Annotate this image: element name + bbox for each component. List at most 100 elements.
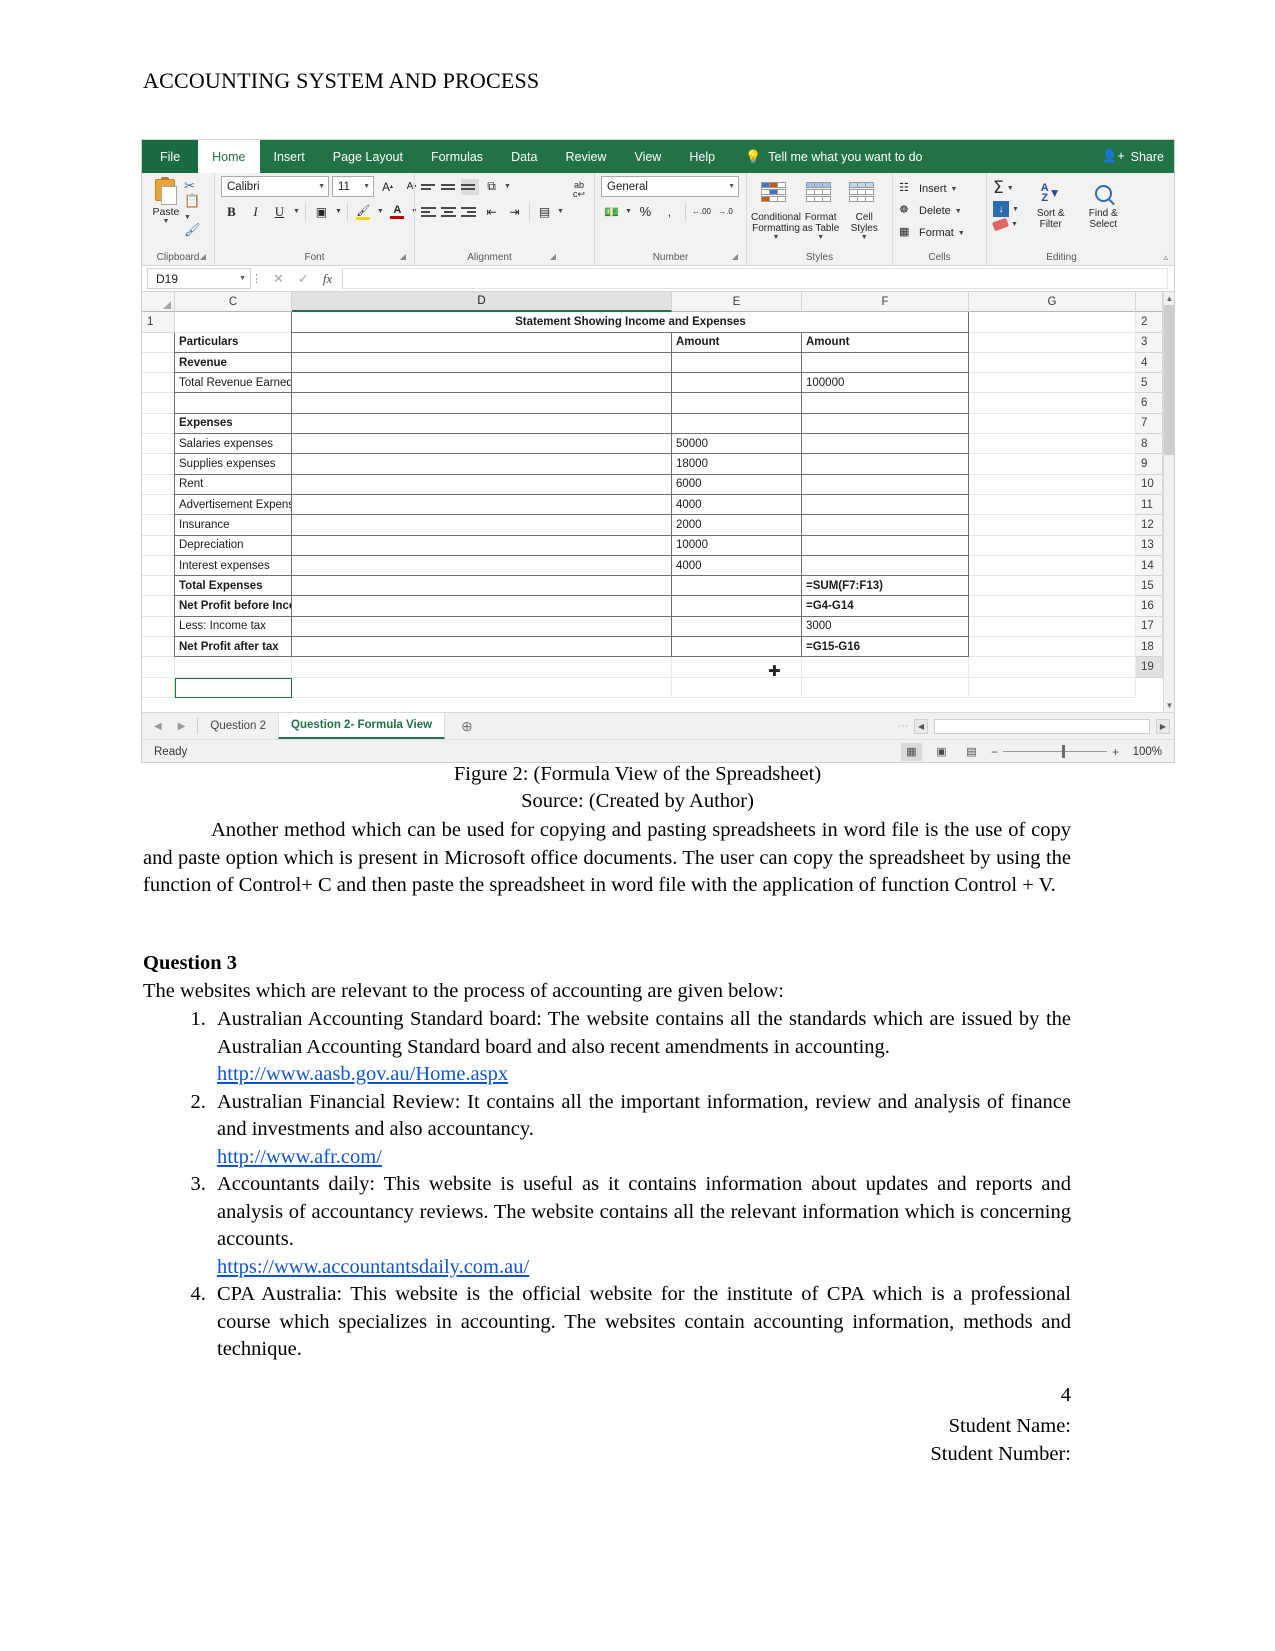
cell-f9[interactable]: 6000 (671, 474, 802, 495)
underline-button[interactable]: U (269, 201, 290, 222)
cell-c8[interactable] (142, 454, 175, 475)
tab-formulas[interactable]: Formulas (417, 140, 497, 173)
percent-style-button[interactable]: % (635, 201, 656, 222)
cell-h6[interactable] (969, 413, 1136, 435)
row-header[interactable]: 15 (1136, 576, 1163, 597)
number-format-combobox[interactable]: General ▼ (601, 176, 739, 197)
row-header[interactable]: 16 (1136, 596, 1163, 617)
cell-g6[interactable] (801, 413, 969, 435)
cell-d9[interactable]: Rent (174, 474, 292, 495)
cell-e6[interactable] (291, 413, 672, 435)
dialog-launcher-number[interactable]: ◢ (732, 249, 738, 264)
cell-c18[interactable] (142, 657, 175, 678)
cell-e4[interactable] (291, 373, 672, 394)
cell-d5[interactable] (174, 393, 292, 414)
zoom-slider[interactable]: − + (991, 745, 1119, 759)
cell-styles-button[interactable]: Cell Styles ▼ (843, 178, 887, 241)
add-sheet-button[interactable]: ⊕ (445, 713, 489, 739)
cell-d17[interactable]: Net Profit after tax (174, 637, 292, 658)
increase-font-size-button[interactable]: A ▴ (377, 176, 398, 197)
cell-d1[interactable]: Statement Showing Income and Expenses (291, 312, 969, 333)
cell-c2[interactable] (142, 332, 175, 353)
conditional-formatting-button[interactable]: Conditional Formatting ▼ (751, 178, 801, 241)
chevron-down-icon[interactable]: ▼ (335, 208, 342, 215)
cell-g14[interactable]: =SUM(F7:F13) (801, 576, 969, 597)
cell-f12[interactable]: 10000 (671, 535, 802, 556)
row-header[interactable]: 1 (142, 312, 175, 333)
cell-g5[interactable] (801, 393, 969, 414)
chevron-down-icon[interactable]: ▼ (293, 208, 300, 215)
cell-h13[interactable] (969, 555, 1136, 577)
column-header-e[interactable]: E (672, 292, 802, 312)
fill-color-icon[interactable]: 🖌 (353, 201, 374, 222)
paste-button[interactable]: Paste ▼ (148, 176, 184, 225)
enter-icon[interactable]: ✓ (298, 271, 309, 287)
cell-e13[interactable] (291, 555, 672, 577)
tell-me-box[interactable]: 💡 Tell me what you want to do (729, 140, 922, 173)
cell-c13[interactable] (142, 555, 175, 577)
collapse-ribbon-icon[interactable]: ▵ (1163, 252, 1168, 263)
zoom-in-icon[interactable]: + (1112, 745, 1119, 759)
normal-view-icon[interactable]: ▦ (901, 742, 922, 761)
cell-d13[interactable]: Interest expenses (174, 555, 292, 577)
row-header[interactable]: 8 (1136, 434, 1163, 455)
cell-h1[interactable] (969, 312, 1136, 333)
chevron-down-icon[interactable]: ▼ (1011, 221, 1018, 228)
cell-d8[interactable]: Supplies expenses (174, 454, 292, 475)
borders-icon[interactable]: ▣ (311, 201, 332, 222)
cell-h16[interactable] (969, 616, 1136, 638)
page-layout-view-icon[interactable]: ▣ (931, 743, 952, 761)
sort-filter-button[interactable]: A Z ▼ Sort & Filter (1025, 178, 1077, 231)
align-right-icon[interactable] (461, 204, 479, 220)
format-cells-button[interactable]: ▦ Format ▼ (899, 222, 965, 244)
find-select-button[interactable]: Find & Select (1076, 178, 1130, 230)
column-header-c[interactable]: C (175, 292, 292, 312)
cell-c7[interactable] (142, 434, 175, 455)
cell-c19[interactable] (142, 677, 175, 698)
tab-file[interactable]: File (142, 140, 199, 173)
cancel-icon[interactable]: ✕ (273, 271, 284, 287)
tab-review[interactable]: Review (551, 140, 620, 173)
cell-c6[interactable] (142, 413, 175, 435)
cell-h18[interactable] (969, 657, 1136, 678)
cell-e8[interactable] (291, 454, 672, 475)
row-header[interactable]: 13 (1136, 535, 1163, 556)
row-header[interactable]: 2 (1136, 312, 1163, 333)
cell-f17[interactable] (671, 637, 802, 658)
format-as-table-button[interactable]: Format as Table ▼ (799, 178, 843, 241)
zoom-out-icon[interactable]: − (991, 745, 998, 759)
cell-e7[interactable] (291, 434, 672, 455)
cell-d15[interactable]: Net Profit before Income tax (174, 596, 292, 617)
sheet-nav-arrows[interactable]: ◀ ▶ (142, 713, 197, 739)
cell-g18[interactable] (802, 657, 969, 678)
cell-h19[interactable] (969, 677, 1136, 698)
sheet-next-icon[interactable]: ▶ (178, 721, 186, 732)
cell-g9[interactable] (801, 474, 969, 495)
cell-d12[interactable]: Depreciation (174, 535, 292, 556)
cell-h12[interactable] (969, 535, 1136, 556)
font-color-icon[interactable]: A (387, 201, 408, 222)
tab-data[interactable]: Data (497, 140, 551, 173)
cell-e5[interactable] (291, 393, 672, 414)
cell-f6[interactable] (671, 413, 802, 435)
decrease-indent-icon[interactable]: ⇤ (481, 201, 502, 222)
cell-f10[interactable]: 4000 (671, 494, 802, 516)
row-header[interactable]: 17 (1136, 616, 1163, 638)
row-header[interactable]: 4 (1136, 352, 1163, 374)
row-header[interactable]: 5 (1136, 373, 1163, 394)
increase-indent-icon[interactable]: ⇥ (504, 201, 525, 222)
tab-insert[interactable]: Insert (260, 140, 319, 173)
align-center-icon[interactable] (441, 204, 459, 220)
cell-e19[interactable] (292, 677, 672, 698)
insert-cells-button[interactable]: ☷ Insert ▼ (899, 178, 957, 200)
cell-h5[interactable] (969, 393, 1136, 414)
cell-g7[interactable] (801, 434, 969, 455)
delete-cells-button[interactable]: ☸ Delete ▼ (899, 200, 962, 222)
cell-c3[interactable] (142, 352, 175, 374)
page-break-view-icon[interactable]: ▤ (961, 743, 982, 761)
cell-e17[interactable] (291, 637, 672, 658)
align-left-icon[interactable] (421, 204, 439, 220)
chevron-down-icon[interactable]: ▼ (504, 183, 511, 190)
share-button[interactable]: 👤+ Share (1102, 140, 1164, 173)
cell-h2[interactable] (969, 332, 1136, 353)
